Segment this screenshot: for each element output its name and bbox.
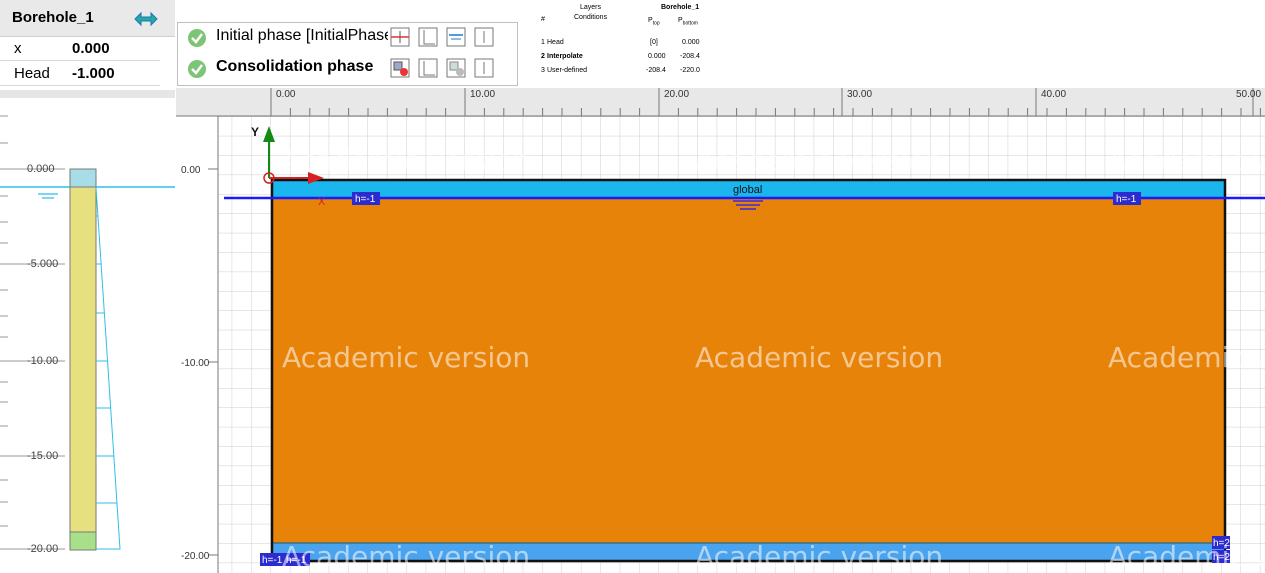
- borehole-column-view: 0.000 -5.000 -10.00 -15.00 -20.00: [0, 115, 175, 555]
- structure-icon[interactable]: [418, 27, 438, 47]
- x-ruler: [176, 88, 1265, 116]
- watermark: Academic version: [695, 341, 943, 374]
- water-level-label: global: [733, 184, 762, 196]
- depth-label: -15.00: [27, 450, 58, 462]
- watermark: Academic version: [282, 144, 530, 177]
- y-axis-label: Y: [251, 125, 259, 139]
- conditions-table: Layers Borehole_1 # Conditions Ptop Pbot…: [532, 0, 707, 82]
- phase-item-consolidation[interactable]: Consolidation phase: [178, 54, 517, 84]
- x-label: x: [14, 40, 22, 57]
- borehole-head-row[interactable]: Head -1.000: [0, 61, 160, 86]
- soil-conditions-icon[interactable]: [390, 27, 410, 47]
- watermark: Academic version: [1108, 540, 1265, 573]
- x-tick-label: 40.00: [1041, 89, 1066, 100]
- y-tick-label: 0.00: [181, 165, 201, 176]
- depth-label: -5.000: [27, 258, 58, 270]
- x-tick-label: 30.00: [847, 89, 872, 100]
- panel-separator: [0, 90, 175, 98]
- check-circle-icon: [188, 29, 206, 47]
- num-header: #: [541, 16, 545, 23]
- borehole-x-row[interactable]: x 0.000: [0, 36, 160, 61]
- layers-header: Layers: [580, 4, 602, 11]
- borehole-header: Borehole_1: [661, 4, 700, 11]
- head-label: Head: [14, 65, 50, 82]
- x-tick-label: 10.00: [470, 89, 495, 100]
- x-value[interactable]: 0.000: [72, 40, 110, 57]
- phase-item-initial[interactable]: Initial phase [InitialPhase: [178, 23, 517, 53]
- depth-label: -10.00: [27, 355, 58, 367]
- borehole-title: Borehole_1: [12, 9, 94, 26]
- table-row[interactable]: 2 Interpolate 0.000 -208.4: [532, 51, 707, 65]
- x-axis-label: X: [318, 196, 326, 208]
- phases-list: Initial phase [InitialPhase Consolidatio…: [177, 22, 518, 86]
- y-ruler: [176, 116, 218, 573]
- model-canvas[interactable]: 0.00 -10.00 -20.00 0.00 10.00 20.00 30.0…: [176, 88, 1265, 573]
- watermark: Academic version: [1108, 144, 1265, 177]
- head-label: h=-1: [1116, 194, 1137, 205]
- flow-conditions-icon[interactable]: [390, 58, 410, 78]
- swap-arrows-icon[interactable]: [133, 8, 159, 30]
- y-tick-label: -10.00: [181, 358, 210, 369]
- table-row[interactable]: 3 User-defined -208.4 -220.0: [532, 65, 707, 79]
- conditions-header: Conditions: [574, 14, 608, 21]
- info-icon[interactable]: [474, 58, 494, 78]
- check-circle-icon: [188, 60, 206, 78]
- info-icon[interactable]: [474, 27, 494, 47]
- x-tick-label: 0.00: [276, 89, 296, 100]
- borehole-panel: Borehole_1 x 0.000 Head -1.000 0.000 -5.…: [0, 0, 175, 573]
- p-bottom-header: Pbottom: [678, 17, 698, 27]
- head-label: h=-1: [355, 194, 376, 205]
- head-label: h=-1: [262, 555, 283, 566]
- watermark: Academic version: [282, 540, 530, 573]
- head-value[interactable]: -1.000: [72, 65, 115, 82]
- x-tick-label: 50.00: [1236, 89, 1261, 100]
- watermark: Academic version: [695, 540, 943, 573]
- water-level-icon[interactable]: [446, 27, 466, 47]
- x-tick-label: 20.00: [664, 89, 689, 100]
- phase-name: Consolidation phase: [216, 58, 374, 75]
- p-top-header: Ptop: [648, 17, 660, 27]
- y-tick-label: -20.00: [181, 551, 210, 562]
- depth-label: 0.000: [27, 163, 55, 175]
- watermark: Academic version: [282, 341, 530, 374]
- depth-label: -20.00: [27, 543, 58, 555]
- structure-icon[interactable]: [418, 58, 438, 78]
- table-row[interactable]: 1 Head [0] 0.000: [532, 37, 707, 51]
- mesh-icon[interactable]: [446, 58, 466, 78]
- watermark: Academic version: [695, 144, 943, 177]
- phase-name: Initial phase [InitialPhase: [216, 27, 388, 44]
- watermark: Academic version: [1108, 341, 1265, 374]
